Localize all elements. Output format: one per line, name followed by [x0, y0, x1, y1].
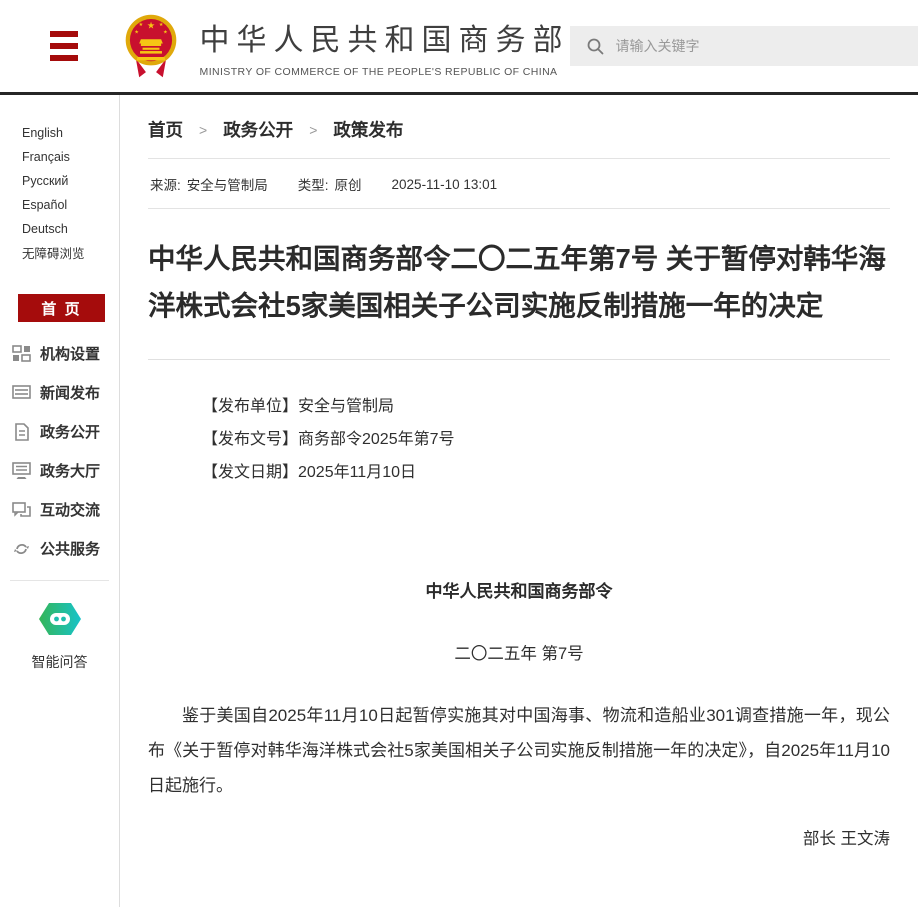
- lang-english[interactable]: English: [22, 121, 63, 145]
- accessibility-link[interactable]: 无障碍浏览: [22, 242, 119, 266]
- smart-qa-label: 智能问答: [0, 652, 119, 672]
- minister-signature: 部长 王文涛: [148, 825, 890, 849]
- smart-qa-widget[interactable]: 智能问答: [0, 601, 119, 672]
- breadcrumb-policy-release[interactable]: 政策发布: [333, 117, 403, 142]
- site-brand: 中华人民共和国商务部 MINISTRY OF COMMERCE OF THE P…: [200, 15, 570, 78]
- meta-type-label: 类型:: [298, 178, 329, 193]
- service-arrows-icon: [12, 540, 31, 558]
- article-title: 中华人民共和国商务部令二〇二五年第7号 关于暂停对韩华海洋株式会社5家美国相关子…: [148, 235, 890, 329]
- info-issue-date: 【发文日期】2025年11月10日: [202, 456, 890, 489]
- header: ★ ★ ★ ★ ★ 中华人民共和国商务部 MINISTRY OF COMMERC…: [0, 0, 918, 92]
- language-links: EnglishFrançaisРусскийEspañolDeutsch: [22, 121, 116, 241]
- sidebar-item-org[interactable]: 机构设置: [0, 334, 119, 373]
- info-doc-number: 【发布文号】商务部令2025年第7号: [202, 423, 890, 456]
- sidebar-item-service-hall[interactable]: 政务大厅: [0, 451, 119, 490]
- site-subtitle: MINISTRY OF COMMERCE OF THE PEOPLE'S REP…: [200, 66, 570, 78]
- sidebar-item-label: 公共服务: [40, 538, 100, 559]
- breadcrumb: 首页 > 政务公开 > 政策发布: [148, 117, 890, 142]
- meta-source-label: 来源:: [150, 178, 181, 193]
- search-icon: [586, 37, 604, 55]
- sidebar-item-interaction[interactable]: 互动交流: [0, 490, 119, 529]
- breadcrumb-separator: >: [309, 122, 317, 138]
- meta-source: 来源: 安全与管制局: [150, 174, 268, 194]
- sidebar: EnglishFrançaisРусскийEspañolDeutsch 无障碍…: [0, 95, 120, 907]
- meta-type: 类型: 原创: [298, 174, 362, 194]
- article-info-block: 【发布单位】安全与管制局 【发布文号】商务部令2025年第7号 【发文日期】20…: [202, 390, 890, 489]
- chat-icon: [12, 501, 31, 519]
- sidebar-item-home[interactable]: 首 页: [18, 294, 105, 322]
- svg-text:★: ★: [138, 22, 143, 28]
- decree-paragraph: 鉴于美国自2025年11月10日起暂停实施其对中国海事、物流和造船业301调查措…: [148, 698, 890, 803]
- lang-francais[interactable]: Français: [22, 145, 70, 169]
- search-input[interactable]: [616, 38, 916, 54]
- svg-text:★: ★: [158, 22, 163, 28]
- document-icon: [12, 423, 31, 441]
- sidebar-item-gov-info[interactable]: 政务公开: [0, 412, 119, 451]
- lang-russian[interactable]: Русский: [22, 169, 68, 193]
- menu-hamburger-icon[interactable]: [50, 31, 78, 61]
- svg-text:★: ★: [146, 20, 154, 30]
- robot-icon: [37, 601, 83, 637]
- main-content: 首页 > 政务公开 > 政策发布 来源: 安全与管制局 类型: 原创 2025-11…: [120, 95, 918, 907]
- article-meta: 来源: 安全与管制局 类型: 原创 2025-11-10 13:01: [148, 159, 890, 208]
- decree-number: 二〇二五年 第7号: [148, 640, 890, 664]
- sidebar-item-public-service[interactable]: 公共服务: [0, 529, 119, 568]
- breadcrumb-home[interactable]: 首页: [148, 117, 183, 142]
- national-emblem-logo: ★ ★ ★ ★ ★: [124, 8, 178, 84]
- meta-datetime: 2025-11-10 13:01: [392, 177, 498, 192]
- search-box[interactable]: [570, 26, 918, 66]
- sidebar-item-label: 互动交流: [40, 499, 100, 520]
- sidebar-item-label: 机构设置: [40, 343, 100, 364]
- svg-text:★: ★: [134, 29, 139, 35]
- sidebar-item-label: 新闻发布: [40, 382, 100, 403]
- sidebar-item-label: 政务大厅: [40, 460, 100, 481]
- monitor-icon: [12, 462, 31, 480]
- lang-deutsch[interactable]: Deutsch: [22, 217, 68, 241]
- info-publisher: 【发布单位】安全与管制局: [202, 390, 890, 423]
- meta-source-value: 安全与管制局: [187, 178, 268, 193]
- svg-text:★: ★: [163, 29, 168, 35]
- sidebar-nav: 机构设置 新闻发布 政务公开: [0, 334, 119, 568]
- news-icon: [12, 384, 31, 401]
- sidebar-divider: [10, 580, 109, 581]
- lang-espanol[interactable]: Español: [22, 193, 67, 217]
- breadcrumb-gov-info[interactable]: 政务公开: [223, 117, 293, 142]
- divider: [148, 208, 890, 209]
- sidebar-item-news[interactable]: 新闻发布: [0, 373, 119, 412]
- meta-type-value: 原创: [335, 178, 362, 193]
- divider: [148, 359, 890, 360]
- sidebar-item-label: 政务公开: [40, 421, 100, 442]
- org-grid-icon: [12, 345, 31, 362]
- breadcrumb-separator: >: [199, 122, 207, 138]
- decree-title: 中华人民共和国商务部令: [148, 577, 890, 602]
- site-title: 中华人民共和国商务部: [200, 15, 570, 59]
